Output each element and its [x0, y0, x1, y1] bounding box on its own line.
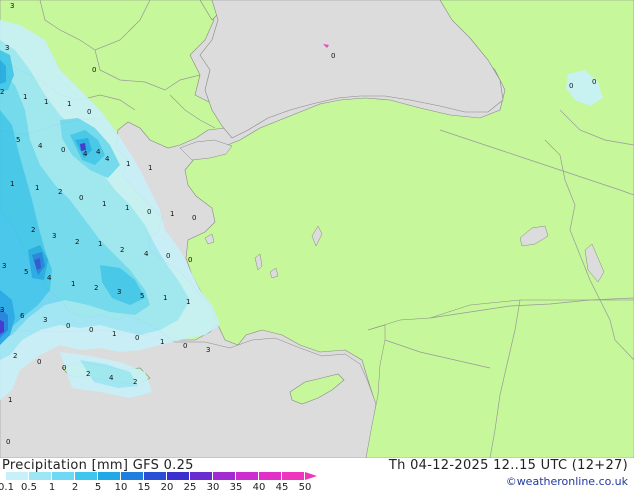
map-value: 0	[37, 358, 41, 366]
map-value: 0	[188, 256, 192, 264]
map-value: 2	[120, 246, 124, 254]
map-value: 0	[92, 66, 96, 74]
map-value: 0	[569, 82, 573, 90]
scale-tick: 25	[183, 482, 197, 493]
map-value: 4	[144, 250, 149, 258]
map-value: 2	[13, 352, 17, 360]
map-value: 3	[10, 2, 14, 10]
map-value: 0	[66, 322, 70, 330]
map-value: 1	[44, 98, 48, 106]
map-value: 1	[10, 180, 14, 188]
scale-arrow	[305, 472, 317, 480]
map-value: 0	[147, 208, 151, 216]
scale-tick: 5	[94, 482, 102, 493]
map-value: 5	[140, 292, 144, 300]
map-value: 1	[67, 100, 71, 108]
credit-link[interactable]: ©weatheronline.co.uk	[506, 475, 628, 488]
scale-swatch	[282, 472, 304, 480]
scale-swatch	[236, 472, 258, 480]
map-value: 1	[71, 280, 75, 288]
map-value: 0	[183, 342, 187, 350]
map-value: 3	[117, 288, 121, 296]
map-value: 5	[16, 136, 20, 144]
map-value: 2	[133, 378, 137, 386]
scale-swatch	[6, 472, 28, 480]
map-value: 2	[31, 226, 35, 234]
scale-swatch	[144, 472, 166, 480]
map-value: 4	[105, 155, 110, 163]
scale-tick: 50	[298, 482, 312, 493]
map-value: 0	[6, 438, 10, 446]
scale-tick: 35	[229, 482, 243, 493]
land-levant	[365, 299, 634, 458]
scale-swatch	[29, 472, 51, 480]
map-value: 0	[135, 334, 139, 342]
scale-tick: 45	[275, 482, 289, 493]
map-value: 0	[331, 52, 335, 60]
map-value: 1	[98, 240, 102, 248]
scale-tick: 2	[71, 482, 79, 493]
scale-tick: 40	[252, 482, 266, 493]
map-value: 0	[62, 364, 66, 372]
map-value: 4	[83, 150, 88, 158]
map-value: 0	[166, 252, 170, 260]
map-value: 2	[58, 188, 62, 196]
map-value: 4	[96, 148, 101, 156]
scale-swatch	[75, 472, 97, 480]
scale-swatch	[121, 472, 143, 480]
map-value: 2	[75, 238, 79, 246]
map-value: 3	[0, 306, 4, 314]
map-value: 4	[38, 142, 43, 150]
map-value: 1	[186, 298, 190, 306]
map-value: 6	[20, 312, 25, 320]
scale-tick: 0.1	[0, 482, 14, 493]
map-value: 1	[125, 204, 129, 212]
scale-tick-labels: 0.1 0.5 1 2 5 10 15 20 25 30 35 40 45 50	[0, 482, 330, 493]
scale-swatch	[167, 472, 189, 480]
map-value: 0	[79, 194, 83, 202]
scale-swatch	[98, 472, 120, 480]
map-value: 4	[109, 374, 114, 382]
map-value: 3	[206, 346, 210, 354]
map-value: 1	[126, 160, 130, 168]
map-value: 1	[102, 200, 106, 208]
map-value: 3	[5, 44, 9, 52]
map-value: 5	[24, 268, 28, 276]
map-value: 1	[170, 210, 174, 218]
map-value: 1	[163, 294, 167, 302]
map-value: 0	[592, 78, 596, 86]
precipitation-map: 3 3 0 0 0 0 2 1 1 1 0 5 4 0 4 4 4 1 1 1 …	[0, 0, 634, 458]
map-value: 1	[35, 184, 39, 192]
legend-title: Precipitation [mm] GFS 0.25	[2, 458, 194, 473]
map-value: 0	[61, 146, 65, 154]
map-value: 3	[2, 262, 6, 270]
map-value: 1	[112, 330, 116, 338]
scale-swatch	[190, 472, 212, 480]
scale-tick: 0.5	[21, 482, 37, 493]
scale-swatch	[52, 472, 74, 480]
scale-tick: 10	[114, 482, 128, 493]
map-value: 3	[52, 232, 56, 240]
map-value: 2	[0, 88, 4, 96]
legend-bar: Precipitation [mm] GFS 0.25 Th 04-12-202…	[0, 458, 634, 493]
scale-tick: 20	[160, 482, 174, 493]
scale-tick: 1	[48, 482, 56, 493]
map-value: 2	[86, 370, 90, 378]
map-value: 1	[160, 338, 164, 346]
scale-tick: 30	[206, 482, 220, 493]
map-value: 1	[23, 93, 27, 101]
scale-swatch	[259, 472, 281, 480]
map-value: 3	[43, 316, 47, 324]
scale-swatch	[213, 472, 235, 480]
forecast-datetime: Th 04-12-2025 12..15 UTC (12+27)	[388, 458, 628, 473]
map-value: 0	[89, 326, 93, 334]
map-value: 1	[148, 164, 152, 172]
map-value: 0	[87, 108, 91, 116]
map-value: 0	[192, 214, 196, 222]
map-value: 1	[8, 396, 12, 404]
scale-tick: 15	[137, 482, 151, 493]
map-value: 4	[47, 274, 52, 282]
map-value: 2	[94, 284, 98, 292]
